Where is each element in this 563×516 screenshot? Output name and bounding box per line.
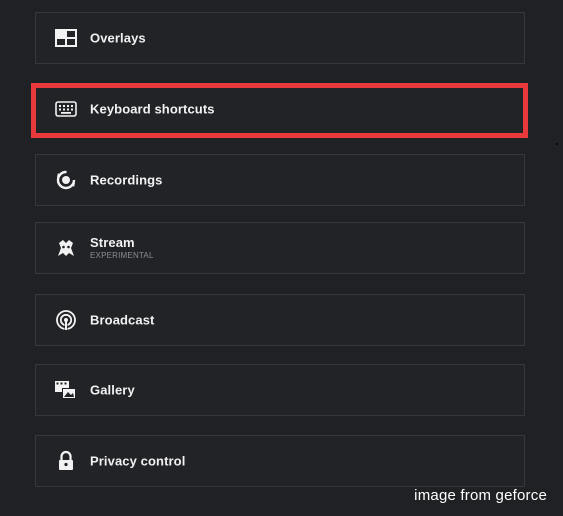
watermark-caption: image from geforce	[414, 487, 547, 504]
menu-item-keyboard-shortcuts[interactable]: Keyboard shortcuts	[35, 83, 525, 135]
menu-item-text: Privacy control	[90, 454, 185, 469]
lock-icon	[54, 449, 78, 473]
menu-item-broadcast[interactable]: Broadcast	[35, 294, 525, 346]
settings-menu: Overlays Keyboard shortcuts Recordings S…	[0, 0, 563, 516]
menu-item-overlays[interactable]: Overlays	[35, 12, 525, 64]
menu-item-label: Gallery	[90, 382, 135, 398]
menu-item-label: Privacy control	[90, 453, 186, 469]
menu-item-gallery[interactable]: Gallery	[35, 364, 525, 416]
menu-item-text: Overlays	[90, 31, 146, 46]
gallery-icon	[54, 378, 78, 402]
menu-item-recordings[interactable]: Recordings	[35, 154, 525, 206]
experimental-badge: EXPERIMENTAL	[90, 251, 154, 260]
stream-icon	[54, 236, 78, 260]
menu-item-privacy-control[interactable]: Privacy control	[35, 435, 525, 487]
menu-item-label: Recordings	[90, 172, 163, 188]
recordings-icon	[54, 168, 78, 192]
menu-item-text: Recordings	[90, 173, 163, 188]
menu-item-label: Stream	[90, 235, 135, 250]
broadcast-icon	[54, 308, 78, 332]
menu-item-stream[interactable]: Stream EXPERIMENTAL	[35, 222, 525, 274]
menu-item-text: Gallery	[90, 383, 135, 398]
stray-dot	[556, 143, 558, 145]
menu-item-text: Broadcast	[90, 313, 154, 328]
overlays-icon	[54, 26, 78, 50]
menu-item-label: Keyboard shortcuts	[90, 101, 215, 117]
menu-item-label: Overlays	[90, 30, 146, 46]
menu-item-label: Broadcast	[90, 312, 155, 328]
menu-item-text: Stream EXPERIMENTAL	[90, 235, 154, 261]
menu-item-text: Keyboard shortcuts	[90, 102, 215, 117]
keyboard-icon	[54, 97, 78, 121]
